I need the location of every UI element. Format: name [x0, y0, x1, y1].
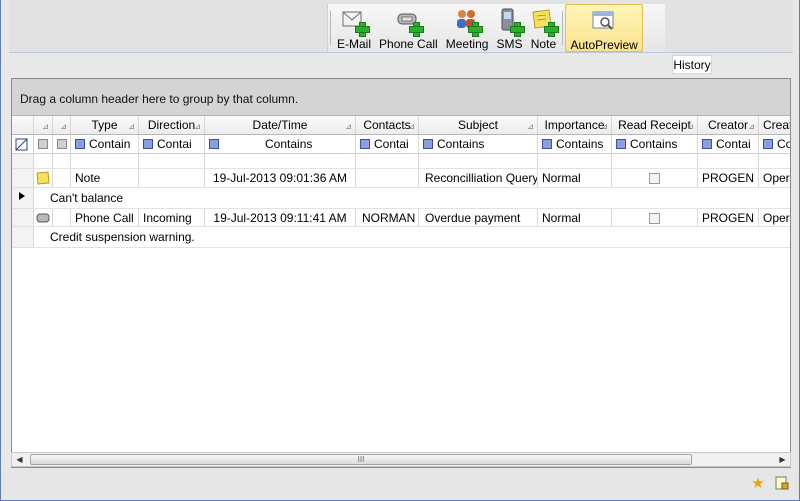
column-header-read-receipt[interactable]: Read Receipt ⊿	[612, 116, 698, 134]
lock-icon[interactable]	[773, 475, 791, 493]
activity-grid: Drag a column header here to group by th…	[11, 78, 791, 468]
filter-toggle-icon[interactable]	[12, 135, 34, 153]
cell-contacts	[356, 169, 419, 187]
star-icon[interactable]: ★	[749, 475, 767, 493]
preview-text: Credit suspension warning.	[50, 230, 195, 244]
column-header-created[interactable]: Creat	[759, 116, 790, 134]
cell-subject: Reconcilliation Query	[419, 169, 538, 187]
autopreview-icon	[591, 9, 617, 35]
read-receipt-checkbox[interactable]	[612, 169, 698, 187]
header-row: ⊿ ⊿ Type ⊿ Direction ⊿ Date/Time ⊿ Contacts…	[12, 116, 790, 135]
filter-direction[interactable]: Contai	[139, 135, 205, 153]
filter-creator[interactable]: Contai	[698, 135, 759, 153]
ribbon: E-Mail Phone Call Meeting SMS Note AutoP…	[327, 4, 665, 52]
cell-subject: Overdue payment	[419, 209, 538, 226]
email-button[interactable]: E-Mail	[333, 4, 375, 52]
filter-datetime[interactable]: Contains	[205, 135, 356, 153]
meeting-add-icon	[454, 8, 484, 37]
column-header-contacts[interactable]: Contacts ⊿	[356, 116, 419, 134]
note-label: Note	[530, 37, 557, 51]
cell-creator: PROGEN	[698, 169, 759, 187]
table-row[interactable]: Note 19-Jul-2013 09:01:36 AM Reconcillia…	[12, 169, 790, 188]
column-header-creator[interactable]: Creator ⊿	[698, 116, 759, 134]
read-receipt-checkbox[interactable]	[612, 209, 698, 226]
phone-type-icon	[34, 209, 53, 226]
cell-creator: PROGEN	[698, 209, 759, 226]
history-window: E-Mail Phone Call Meeting SMS Note AutoP…	[0, 0, 800, 501]
toolbar-separator	[562, 11, 564, 45]
toolbar-separator	[330, 11, 331, 45]
status-bar: ★	[1, 469, 799, 500]
column-header-importance[interactable]: Importance ⊿	[538, 116, 612, 134]
cell-datetime: 19-Jul-2013 09:11:41 AM	[205, 209, 356, 226]
email-label: E-Mail	[337, 37, 372, 51]
row-indicator-header	[12, 116, 34, 134]
cell-direction	[139, 169, 205, 187]
sms-button[interactable]: SMS	[492, 4, 526, 52]
column-header-datetime[interactable]: Date/Time ⊿	[205, 116, 356, 134]
table-row[interactable]: Phone Call Incoming 19-Jul-2013 09:11:41…	[12, 208, 790, 227]
filter-subject[interactable]: Contains	[419, 135, 538, 153]
email-add-icon	[341, 8, 370, 37]
column-header-direction[interactable]: Direction ⊿	[139, 116, 205, 134]
cell-datetime: 19-Jul-2013 09:01:36 AM	[205, 169, 356, 187]
column-header-subject[interactable]: Subject ⊿	[419, 116, 538, 134]
horizontal-scrollbar[interactable]: ◀ III ▶	[11, 452, 791, 467]
row-indicator	[12, 169, 34, 187]
note-button[interactable]: Note	[526, 4, 560, 52]
toolbar: E-Mail Phone Call Meeting SMS Note AutoP…	[9, 0, 793, 53]
cell-importance: Normal	[538, 169, 612, 187]
sms-label: SMS	[496, 37, 523, 51]
cell-created: Opera	[763, 171, 790, 185]
attachment-column-header[interactable]: ⊿	[53, 116, 71, 134]
filter-icon-column[interactable]	[34, 135, 53, 153]
scroll-thumb[interactable]: III	[30, 454, 692, 465]
tab-history[interactable]: History	[672, 55, 712, 74]
note-type-icon	[34, 169, 53, 187]
filter-read-receipt[interactable]: Contains	[612, 135, 698, 153]
autopreview-button[interactable]: AutoPreview	[565, 4, 643, 52]
cell-created: Opera	[763, 211, 790, 225]
filter-contacts[interactable]: Contai	[356, 135, 419, 153]
phone-add-icon	[395, 8, 425, 37]
filter-importance[interactable]: Contains	[538, 135, 612, 153]
sms-add-icon	[496, 8, 526, 37]
preview-text: Can't balance	[50, 191, 124, 205]
current-row-arrow-icon	[12, 188, 34, 208]
cell-importance: Normal	[538, 209, 612, 226]
autopreview-label: AutoPreview	[570, 38, 638, 52]
filter-type[interactable]: Contain	[71, 135, 139, 153]
filter-created[interactable]: Co	[759, 135, 790, 153]
new-row[interactable]	[12, 154, 790, 169]
meeting-button[interactable]: Meeting	[442, 4, 493, 52]
cell-type: Phone Call	[71, 209, 139, 226]
scroll-left-icon[interactable]: ◀	[12, 453, 27, 466]
cell-direction: Incoming	[139, 209, 205, 226]
cell-type: Note	[71, 169, 139, 187]
cell-contacts: NORMAN	[356, 209, 419, 226]
column-header-type[interactable]: Type ⊿	[71, 116, 139, 134]
phone-call-button[interactable]: Phone Call	[375, 4, 442, 52]
scroll-right-icon[interactable]: ▶	[775, 453, 790, 466]
filter-row: Contain Contai Contains Contai Contains …	[12, 135, 790, 154]
group-by-panel[interactable]: Drag a column header here to group by th…	[12, 79, 790, 116]
filter-attachment-column[interactable]	[53, 135, 71, 153]
phone-call-label: Phone Call	[379, 37, 438, 51]
icon-column-header[interactable]: ⊿	[34, 116, 53, 134]
meeting-label: Meeting	[445, 37, 489, 51]
note-add-icon	[530, 8, 560, 37]
row-indicator	[12, 209, 34, 226]
